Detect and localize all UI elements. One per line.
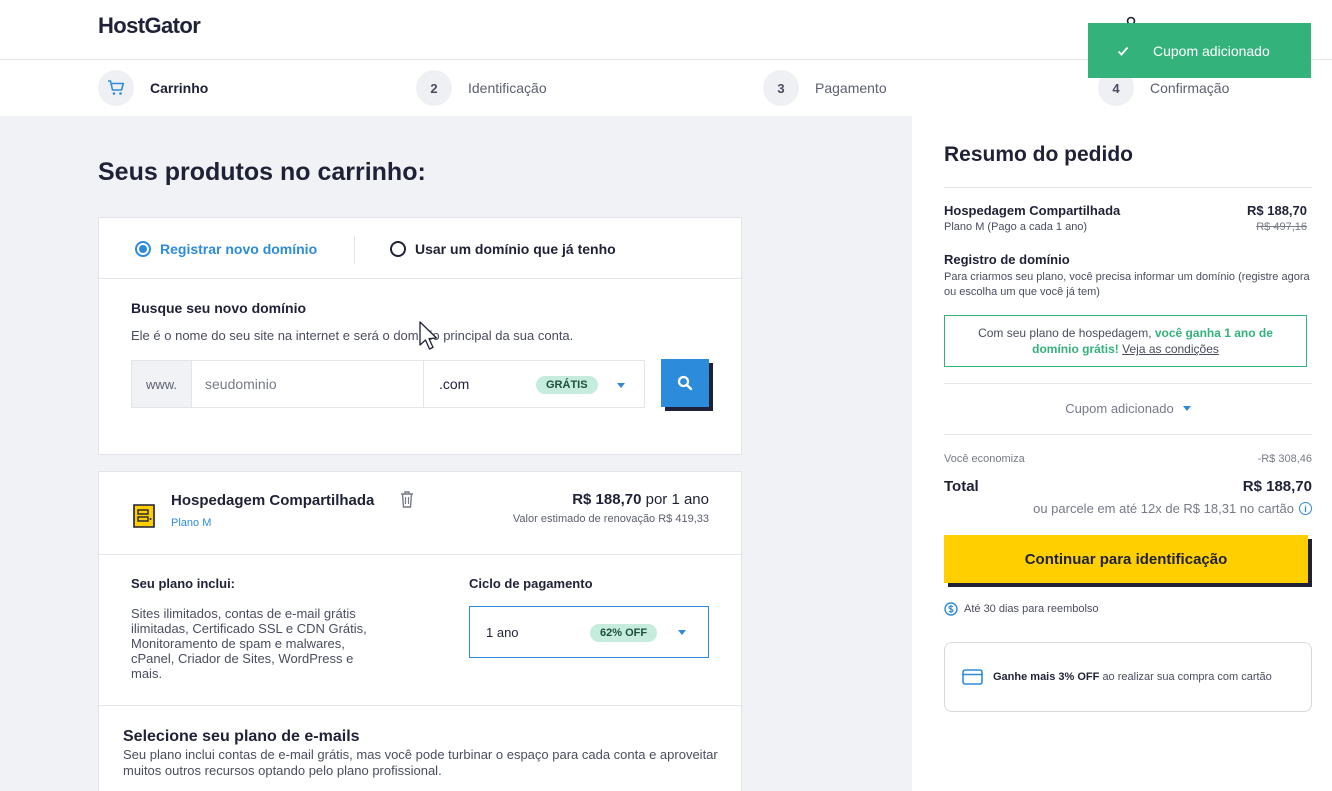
step-label: Identificação bbox=[468, 80, 547, 96]
server-icon bbox=[133, 504, 155, 528]
discount-badge: 62% OFF bbox=[590, 624, 658, 642]
continue-to-identification-button[interactable]: Continuar para identificação bbox=[944, 535, 1308, 583]
search-icon bbox=[677, 375, 693, 391]
coupon-toast: Cupom adicionado bbox=[1088, 23, 1311, 78]
check-icon bbox=[1117, 46, 1129, 56]
summary-domain-description: Para criarmos seu plano, você precisa in… bbox=[944, 271, 1310, 298]
promo-content: Com seu plano de hospedagem, você ganha … bbox=[955, 325, 1296, 357]
trash-icon[interactable] bbox=[400, 490, 414, 508]
card-offer-rest: ao realizar sua compra com cartão bbox=[1102, 671, 1272, 683]
hostgator-logo[interactable]: HostGator bbox=[98, 13, 201, 39]
cart-icon bbox=[108, 80, 125, 95]
toast-message: Cupom adicionado bbox=[1153, 42, 1270, 59]
promo-text: Com seu plano de hospedagem, bbox=[978, 326, 1152, 340]
www-prefix: www. bbox=[132, 361, 192, 407]
step-cart: Carrinho bbox=[98, 70, 208, 106]
domain-search-group: www. .com GRÁTIS bbox=[131, 360, 645, 408]
radio-label: Usar um domínio que já tenho bbox=[415, 241, 616, 257]
savings-label: Você economiza bbox=[944, 453, 1025, 465]
installments-text: ou parcele em até 12x de R$ 18,31 no car… bbox=[1033, 501, 1294, 516]
renewal-price: Valor estimado de renovação R$ 419,33 bbox=[512, 513, 709, 525]
total-label: Total bbox=[944, 478, 979, 495]
plan-includes-title: Seu plano inclui: bbox=[131, 576, 236, 591]
email-plan-title: Selecione seu plano de e-mails bbox=[123, 728, 360, 745]
mouse-cursor-icon bbox=[419, 321, 438, 350]
summary-hosting-name: Hospedagem Compartilhada bbox=[944, 203, 1121, 218]
divider bbox=[354, 236, 355, 264]
conditions-link[interactable]: Veja as condições bbox=[1122, 342, 1219, 356]
domain-search-button[interactable] bbox=[661, 359, 709, 407]
hosting-product-card: Hospedagem Compartilhada Plano M R$ 188,… bbox=[98, 471, 742, 791]
card-offer-text: Ganhe mais 3% OFF ao realizar sua compra… bbox=[993, 668, 1283, 686]
price-period: por 1 ano bbox=[645, 491, 709, 508]
divider bbox=[944, 434, 1312, 435]
summary-domain-title: Registro de domínio bbox=[944, 252, 1070, 267]
product-price: R$ 188,70 por 1 ano bbox=[572, 491, 709, 508]
divider bbox=[944, 383, 1312, 384]
step-label: Carrinho bbox=[150, 80, 209, 96]
billing-cycle-title: Ciclo de pagamento bbox=[469, 576, 593, 591]
coupon-toggle[interactable]: Cupom adicionado bbox=[944, 401, 1312, 416]
product-name: Hospedagem Compartilhada bbox=[171, 492, 375, 509]
chevron-down-icon bbox=[1182, 406, 1191, 411]
radio-dot bbox=[135, 241, 151, 257]
step-label: Confirmação bbox=[1150, 80, 1230, 96]
card-discount-offer: Ganhe mais 3% OFF ao realizar sua compra… bbox=[944, 642, 1312, 712]
order-summary-title: Resumo do pedido bbox=[944, 143, 1133, 166]
summary-hosting-plan: Plano M (Pago a cada 1 ano) bbox=[944, 221, 1088, 233]
chevron-down-icon bbox=[617, 383, 625, 388]
price-value: R$ 188,70 bbox=[572, 491, 642, 508]
page-title: Seus produtos no carrinho: bbox=[98, 158, 426, 186]
radio-dot bbox=[390, 241, 406, 257]
credit-card-icon bbox=[962, 669, 983, 685]
divider bbox=[944, 187, 1312, 188]
refund-icon bbox=[944, 602, 958, 616]
step-number: 3 bbox=[763, 70, 799, 106]
installments-info: ou parcele em até 12x de R$ 18,31 no car… bbox=[1033, 501, 1312, 516]
domain-search-description: Ele é o nome do seu site na internet e s… bbox=[131, 328, 574, 343]
tld-value: .com bbox=[439, 376, 470, 392]
step-payment: 3 Pagamento bbox=[763, 70, 887, 106]
cart-step-circle bbox=[98, 70, 134, 106]
info-icon[interactable]: i bbox=[1299, 502, 1312, 515]
product-plan: Plano M bbox=[171, 517, 212, 529]
step-identification: 2 Identificação bbox=[416, 70, 547, 106]
plan-includes-text: Sites ilimitados, contas de e-mail gráti… bbox=[131, 606, 367, 681]
domain-search-input[interactable] bbox=[192, 361, 424, 407]
billing-cycle-select[interactable]: 1 ano 62% OFF bbox=[469, 606, 709, 658]
summary-hosting-price: R$ 188,70 bbox=[1247, 203, 1307, 218]
savings-value: -R$ 308,46 bbox=[1257, 453, 1312, 465]
step-label: Pagamento bbox=[815, 80, 887, 96]
refund-text: Até 30 dias para reembolso bbox=[964, 603, 1099, 615]
card-offer-bold: Ganhe mais 3% OFF bbox=[993, 671, 1100, 683]
chevron-down-icon bbox=[678, 630, 686, 635]
domain-search-title: Busque seu novo domínio bbox=[131, 300, 307, 316]
free-domain-promo: Com seu plano de hospedagem, você ganha … bbox=[944, 315, 1307, 367]
register-new-domain-radio[interactable]: Registrar novo domínio bbox=[135, 241, 317, 257]
domain-option-row: Registrar novo domínio Usar um domínio q… bbox=[99, 218, 741, 279]
email-plan-description: Seu plano inclui contas de e-mail grátis… bbox=[123, 747, 718, 778]
step-number: 2 bbox=[416, 70, 452, 106]
use-existing-domain-radio[interactable]: Usar um domínio que já tenho bbox=[390, 241, 616, 257]
divider bbox=[99, 705, 741, 706]
refund-info: Até 30 dias para reembolso bbox=[944, 602, 1099, 616]
coupon-label: Cupom adicionado bbox=[1065, 401, 1174, 416]
summary-hosting-old-price: R$ 497,16 bbox=[1256, 221, 1307, 233]
product-header: Hospedagem Compartilhada Plano M R$ 188,… bbox=[99, 472, 741, 555]
total-value: R$ 188,70 bbox=[1242, 478, 1312, 495]
free-badge: GRÁTIS bbox=[536, 376, 598, 394]
cycle-value: 1 ano bbox=[486, 624, 519, 640]
tld-select[interactable]: .com GRÁTIS bbox=[424, 361, 644, 407]
radio-label: Registrar novo domínio bbox=[160, 241, 318, 257]
